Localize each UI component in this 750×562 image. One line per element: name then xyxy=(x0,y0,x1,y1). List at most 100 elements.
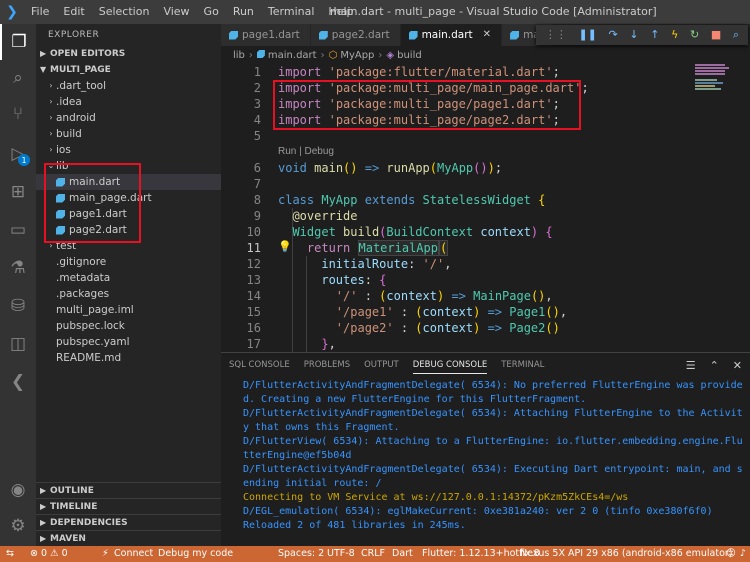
code-editor[interactable]: 1 import 'package:flutter/material.dart';… xyxy=(221,64,750,352)
chevron-up-icon[interactable]: ⌃ xyxy=(710,359,719,372)
account-icon[interactable]: ◉ xyxy=(0,472,36,508)
tree-folder-dart-tool[interactable]: › .dart_tool xyxy=(36,78,221,94)
close-icon[interactable]: ✕ xyxy=(483,24,491,46)
code-line: 5 xyxy=(253,129,261,143)
connect-status[interactable]: Connect xyxy=(114,546,153,562)
remote-explorer-icon[interactable]: ▭ xyxy=(0,212,36,248)
tab-sql-console[interactable]: SQL CONSOLE xyxy=(229,353,290,377)
activity-bar: ❐ ⌕ ⑂ ▷ 1 ⊞ ▭ ⚗ ⛁ ◫ ❮ ◉ ⚙ xyxy=(0,24,36,546)
extensions-icon[interactable]: ⊞ xyxy=(0,174,36,210)
source-control-icon[interactable]: ⑂ xyxy=(0,96,36,132)
dependencies-section[interactable]: ▶ DEPENDENCIES xyxy=(36,514,221,530)
dart-file-icon xyxy=(408,30,418,40)
open-editors-section[interactable]: ▶ OPEN EDITORS xyxy=(36,46,221,62)
feedback-icon[interactable]: ☺ xyxy=(726,546,736,562)
menu-edit[interactable]: Edit xyxy=(56,0,91,24)
dart-file-icon xyxy=(229,30,238,40)
menu-run[interactable]: Run xyxy=(226,0,261,24)
console-line: D/FlutterView( 6534): Attaching to a Flu… xyxy=(243,436,743,461)
dart-file-icon xyxy=(318,30,328,40)
tree-file-metadata[interactable]: .metadata xyxy=(36,270,221,286)
console-line: D/FlutterActivityAndFragmentDelegate( 65… xyxy=(243,464,743,489)
tree-folder-build[interactable]: › build xyxy=(36,126,221,142)
tree-file-readme[interactable]: README.md xyxy=(36,350,221,366)
tree-folder-idea[interactable]: › .idea xyxy=(36,94,221,110)
code-line: 10 Widget build(BuildContext context) { xyxy=(246,225,553,239)
search-icon[interactable]: ⌕ xyxy=(0,60,36,96)
settings-gear-icon[interactable]: ⚙ xyxy=(0,508,36,544)
debug-my-code[interactable]: Debug my code xyxy=(158,546,233,562)
debug-toolbar: ⋮⋮ ❚❚ ↷ ↓ ↑ ϟ ↻ ■ ⌕ xyxy=(536,25,748,45)
breadcrumb-file[interactable]: main.dart xyxy=(268,50,317,61)
breadcrumb-method[interactable]: build xyxy=(397,50,422,61)
dart-file-icon xyxy=(510,30,520,40)
class-symbol-icon: ⬡ xyxy=(328,50,338,61)
menu-file[interactable]: File xyxy=(24,0,56,24)
notifications-bell-icon[interactable]: ♪ xyxy=(740,546,746,562)
testing-icon[interactable]: ⚗ xyxy=(0,250,36,286)
console-line: D/EGL_emulation( 6534): eglMakeCurrent: … xyxy=(243,506,713,517)
hot-reload-icon[interactable]: ϟ xyxy=(671,25,678,45)
stop-icon[interactable]: ■ xyxy=(711,25,721,45)
flutter-icon[interactable]: ❮ xyxy=(0,364,36,400)
status-bar: ⇆ ⊗ 0 ⚠ 0 ⚡ Connect Debug my code Spaces… xyxy=(0,546,750,562)
menu-terminal[interactable]: Terminal xyxy=(261,0,322,24)
step-into-icon[interactable]: ↓ xyxy=(629,25,638,45)
tree-file-gitignore[interactable]: .gitignore xyxy=(36,254,221,270)
minimap[interactable] xyxy=(695,64,735,104)
code-line: 17 }, xyxy=(246,337,336,351)
outline-section[interactable]: ▶ OUTLINE xyxy=(36,482,221,498)
menu-selection[interactable]: Selection xyxy=(92,0,157,24)
remote-icon[interactable]: ⇆ xyxy=(6,546,14,562)
restart-icon[interactable]: ↻ xyxy=(690,25,699,45)
tab-problems[interactable]: PROBLEMS xyxy=(304,353,350,377)
editor-scrollbar[interactable] xyxy=(740,64,750,352)
close-panel-icon[interactable]: ✕ xyxy=(733,359,742,372)
project-section[interactable]: ▼ MULTI_PAGE xyxy=(36,62,221,78)
tab-page1-dart[interactable]: page1.dart xyxy=(221,24,311,46)
devtools-search-icon[interactable]: ⌕ xyxy=(733,25,739,45)
title-bar: ❯ File Edit Selection View Go Run Termin… xyxy=(0,0,750,24)
breadcrumb-lib[interactable]: lib xyxy=(233,50,245,61)
code-line: 15 '/page1' : (context) => Page1(), xyxy=(246,305,568,319)
timeline-section[interactable]: ▶ TIMELINE xyxy=(36,498,221,514)
menu-view[interactable]: View xyxy=(156,0,196,24)
run-debug-icon[interactable]: ▷ 1 xyxy=(0,136,36,172)
vscode-logo-icon: ❯ xyxy=(6,4,18,20)
chevron-right-icon: › xyxy=(49,113,53,122)
tab-terminal[interactable]: TERMINAL xyxy=(501,353,544,377)
chevron-right-icon: ▶ xyxy=(40,485,47,495)
eol-status[interactable]: CRLF xyxy=(361,546,385,562)
pause-icon[interactable]: ❚❚ xyxy=(578,25,596,45)
step-over-icon[interactable]: ↷ xyxy=(609,25,618,45)
step-out-icon[interactable]: ↑ xyxy=(650,25,659,45)
tree-file-iml[interactable]: multi_page.iml xyxy=(36,302,221,318)
indentation-status[interactable]: Spaces: 2 xyxy=(278,546,324,562)
encoding-status[interactable]: UTF-8 xyxy=(327,546,355,562)
maven-section[interactable]: ▶ MAVEN xyxy=(36,530,221,546)
clear-console-icon[interactable]: ☰ xyxy=(686,359,696,372)
database-icon[interactable]: ⛁ xyxy=(0,288,36,324)
problems-indicator[interactable]: ⊗ 0 ⚠ 0 xyxy=(30,546,68,562)
breadcrumb-class[interactable]: MyApp xyxy=(340,50,374,61)
drag-handle-icon[interactable]: ⋮⋮ xyxy=(545,25,567,45)
tree-file-pubspec-lock[interactable]: pubspec.lock xyxy=(36,318,221,334)
tab-output[interactable]: OUTPUT xyxy=(364,353,399,377)
explorer-icon[interactable]: ❐ xyxy=(0,24,36,60)
tab-page2-dart[interactable]: page2.dart xyxy=(310,24,401,46)
plug-icon: ⚡ xyxy=(102,548,109,559)
chevron-right-icon: ▶ xyxy=(40,517,47,527)
tree-folder-android[interactable]: › android xyxy=(36,110,221,126)
lightbulb-icon[interactable]: 💡 xyxy=(278,240,292,253)
codelens-run-debug[interactable]: Run | Debug xyxy=(278,144,334,160)
tree-file-pubspec-yaml[interactable]: pubspec.yaml xyxy=(36,334,221,350)
language-status[interactable]: Dart xyxy=(392,546,413,562)
database-alt-icon[interactable]: ◫ xyxy=(0,326,36,362)
menu-go[interactable]: Go xyxy=(197,0,226,24)
tab-debug-console[interactable]: DEBUG CONSOLE xyxy=(412,353,488,377)
tab-main-dart[interactable]: main.dart ✕ xyxy=(400,24,503,46)
debug-console-output: D/FlutterActivityAndFragmentDelegate( 65… xyxy=(243,379,748,533)
tree-file-packages[interactable]: .packages xyxy=(36,286,221,302)
device-status[interactable]: Nexus 5X API 29 x86 (android-x86 emulato… xyxy=(520,546,733,562)
tree-folder-ios[interactable]: › ios xyxy=(36,142,221,158)
